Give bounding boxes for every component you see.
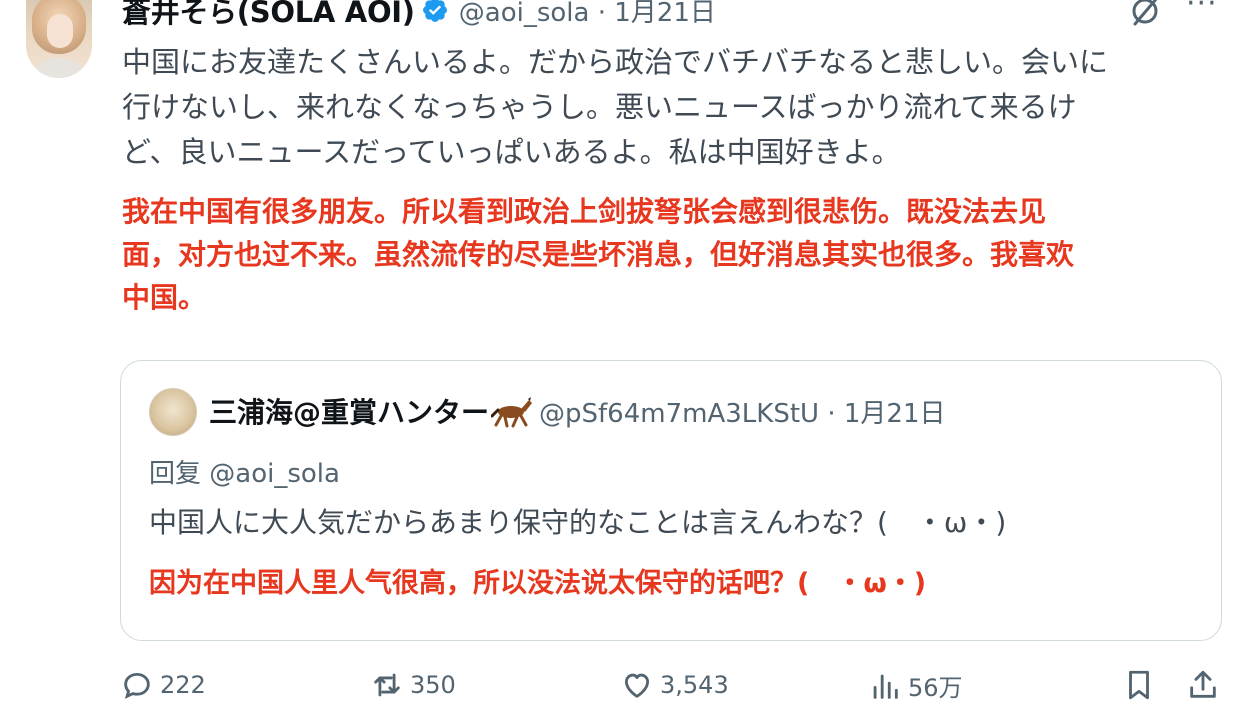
tweet-header: 蒼井そら(SOLA AOI) @aoi_sola · 1月21日 bbox=[122, 0, 716, 30]
reply-to-label: 回复 @aoi_sola bbox=[149, 459, 340, 489]
verified-badge-icon[interactable] bbox=[421, 0, 449, 24]
quoted-author-handle[interactable]: @pSf64m7mA3LKStU · 1月21日 bbox=[539, 393, 945, 430]
tweet-text-jp: 中国にお友達たくさんいるよ。だから政治でバチバチなると悲しい。会いに 行けないし… bbox=[122, 40, 1222, 175]
translation-line: 中国。 bbox=[122, 281, 207, 314]
share-icon bbox=[1190, 670, 1216, 698]
tweet-line: 行けないし、来れなくなっちゃうし。悪いニュースばっかり流れて来るけ bbox=[122, 90, 1077, 124]
grok-icon[interactable] bbox=[1128, 0, 1162, 28]
heart-icon bbox=[624, 673, 650, 698]
reply-count: 222 bbox=[160, 671, 206, 699]
retweet-count: 350 bbox=[410, 671, 456, 699]
retweet-icon bbox=[374, 673, 400, 697]
translation-text-cn: 我在中国有很多朋友。所以看到政治上剑拔弩张会感到很悲伤。既没法去见 面，对方也过… bbox=[122, 190, 1222, 319]
like-count: 3,543 bbox=[660, 671, 729, 699]
tweet-date: 1月21日 bbox=[614, 0, 716, 28]
view-count: 56万 bbox=[908, 674, 963, 702]
quoted-author-name[interactable]: 三浦海@重賞ハンター bbox=[209, 391, 489, 431]
more-options-icon[interactable]: ··· bbox=[1186, 0, 1218, 21]
quoted-translation-text-cn: 因为在中国人里人气很高，所以没法说太保守的话吧？( ・ω・) bbox=[149, 568, 927, 599]
tweet-actions-bar: 222 350 3,543 56万 bbox=[0, 668, 1242, 712]
reply-button[interactable]: 222 bbox=[120, 668, 206, 702]
reply-icon bbox=[124, 672, 150, 699]
quoted-tweet-card[interactable]: 三浦海@重賞ハンター @pSf64m7mA3LKStU · 1月21日 回复 @… bbox=[120, 360, 1222, 641]
analytics-icon bbox=[873, 674, 898, 699]
tweet-line: 中国にお友達たくさんいるよ。だから政治でバチバチなると悲しい。会いに bbox=[122, 45, 1109, 79]
share-button[interactable] bbox=[1186, 668, 1226, 702]
horse-emoji-icon bbox=[490, 394, 533, 428]
author-avatar[interactable] bbox=[26, 0, 92, 78]
quoted-tweet-date: 1月21日 bbox=[843, 398, 946, 429]
tweet-line: ど、良いニュースだっていっぱいあるよ。私は中国好きよ。 bbox=[122, 135, 901, 169]
quoted-tweet-header: 三浦海@重賞ハンター @pSf64m7mA3LKStU · 1月21日 bbox=[209, 391, 946, 431]
quoted-author-avatar[interactable] bbox=[149, 388, 197, 436]
translation-line: 我在中国有很多朋友。所以看到政治上剑拔弩张会感到很悲伤。既没法去见 bbox=[122, 195, 1047, 228]
author-display-name[interactable]: 蒼井そら(SOLA AOI) bbox=[122, 0, 415, 31]
translation-line: 面，对方也过不来。虽然流传的尽是些坏消息，但好消息其实也很多。我喜欢 bbox=[122, 238, 1075, 271]
author-handle[interactable]: @aoi_sola · 1月21日 bbox=[459, 0, 716, 29]
views-button[interactable]: 56万 bbox=[868, 668, 963, 703]
like-button[interactable]: 3,543 bbox=[620, 668, 729, 702]
bookmark-icon bbox=[1129, 670, 1149, 700]
retweet-button[interactable]: 350 bbox=[370, 668, 456, 702]
quoted-tweet-text-jp: 中国人に大人気だからあまり保守的なことは言えんわな？( ・ω・) bbox=[149, 506, 1007, 539]
bookmark-button[interactable] bbox=[1122, 668, 1162, 702]
